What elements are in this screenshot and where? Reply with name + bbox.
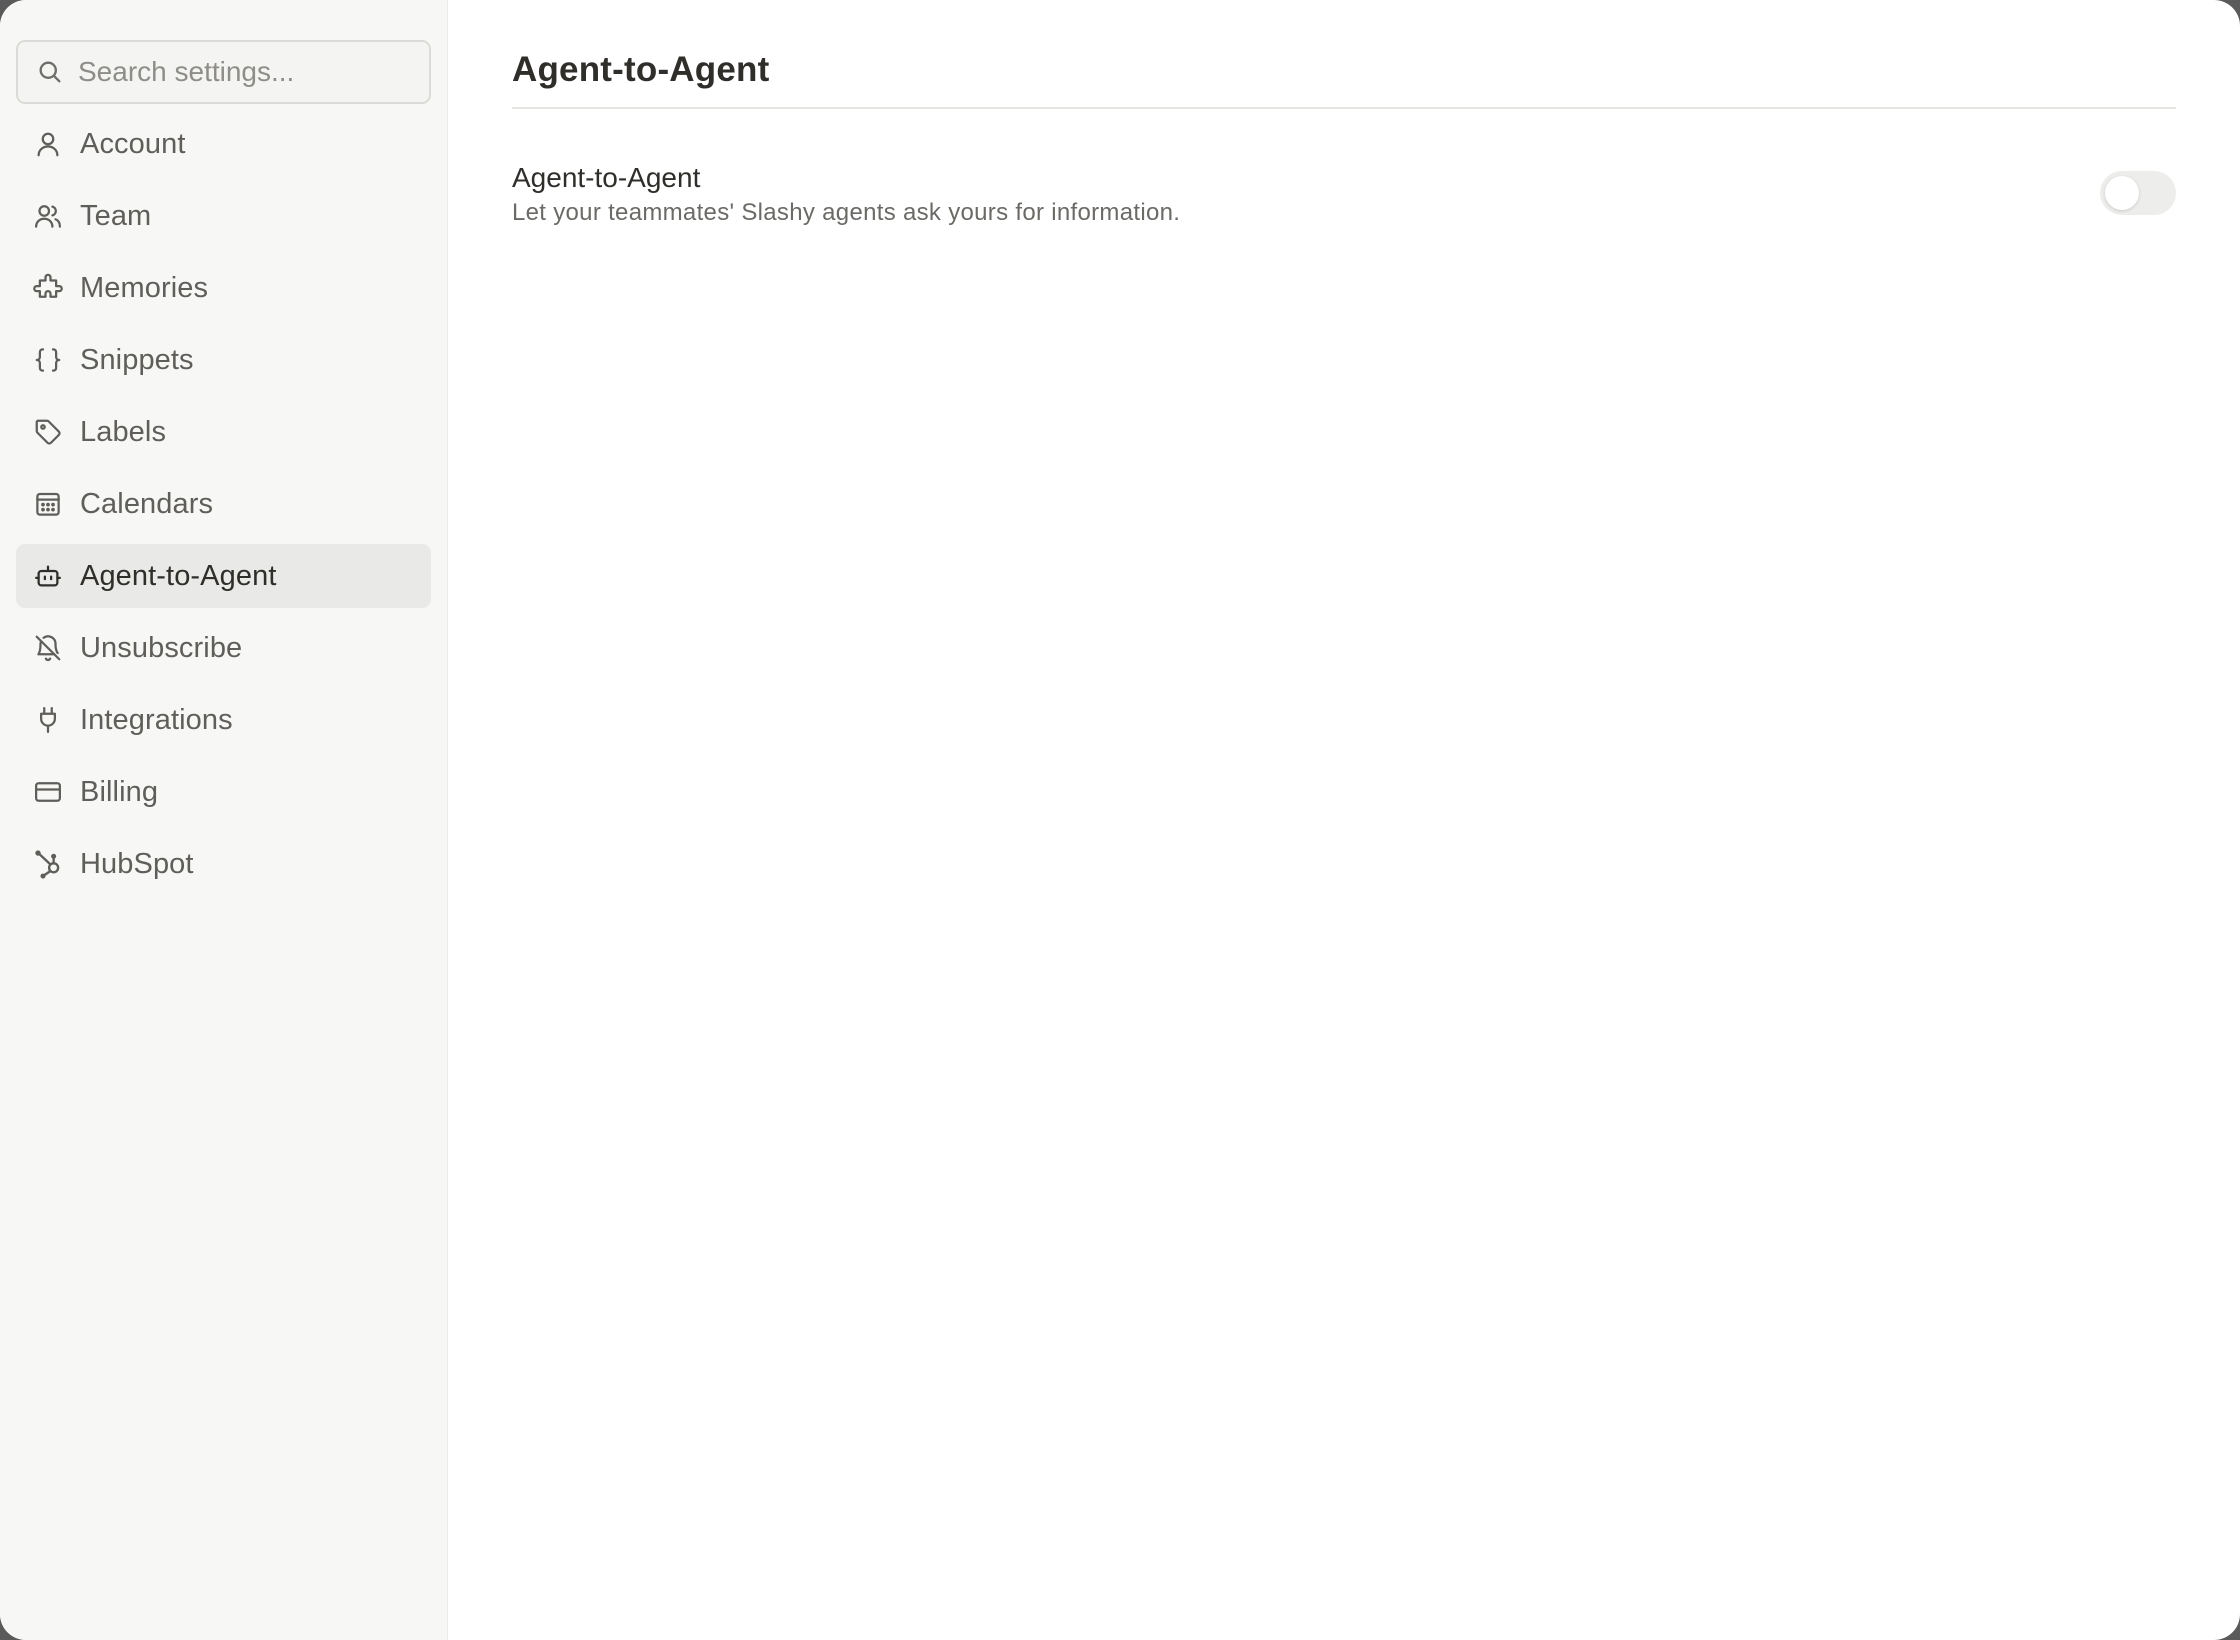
sidebar-item-label: Integrations	[80, 703, 233, 736]
search-box[interactable]	[16, 40, 431, 104]
bot-icon	[32, 560, 64, 592]
settings-sidebar: Account Team Memories	[0, 0, 448, 1640]
user-icon	[32, 128, 64, 160]
sidebar-item-agent-to-agent[interactable]: Agent-to-Agent	[16, 544, 431, 608]
sidebar-item-label: Memories	[80, 271, 209, 304]
agent-to-agent-toggle[interactable]	[2100, 171, 2176, 215]
toggle-knob	[2105, 176, 2139, 210]
hubspot-icon	[32, 848, 64, 880]
credit-card-icon	[32, 776, 64, 808]
users-icon	[32, 200, 64, 232]
title-divider	[512, 107, 2176, 109]
sidebar-item-label: Snippets	[80, 343, 194, 376]
sidebar-item-memories[interactable]: Memories	[16, 256, 431, 320]
settings-window: Account Team Memories	[0, 0, 2240, 1640]
search-input[interactable]	[78, 56, 378, 88]
setting-title: Agent-to-Agent	[512, 162, 701, 193]
sidebar-item-hubspot[interactable]: HubSpot	[16, 832, 431, 896]
setting-row-agent-to-agent: Agent-to-Agent Let your teammates' Slash…	[512, 161, 2176, 231]
tag-icon	[32, 416, 64, 448]
sidebar-item-calendars[interactable]: Calendars	[16, 472, 431, 536]
calendar-icon	[32, 488, 64, 520]
puzzle-icon	[32, 272, 64, 304]
sidebar-item-label: Account	[80, 127, 186, 160]
settings-content: Agent-to-Agent Agent-to-Agent Let your t…	[448, 0, 2240, 1640]
sidebar-item-label: Labels	[80, 415, 167, 448]
sidebar-item-billing[interactable]: Billing	[16, 760, 431, 824]
sidebar-item-label: Calendars	[80, 487, 214, 520]
plug-icon	[32, 704, 64, 736]
sidebar-item-label: Billing	[80, 775, 159, 808]
sidebar-item-integrations[interactable]: Integrations	[16, 688, 431, 752]
sidebar-item-label: Agent-to-Agent	[80, 559, 277, 592]
page-title: Agent-to-Agent	[512, 50, 770, 89]
sidebar-item-label: Team	[80, 199, 152, 232]
setting-description: Let your teammates' Slashy agents ask yo…	[512, 199, 1181, 226]
braces-icon	[32, 344, 64, 376]
bell-off-icon	[32, 632, 64, 664]
sidebar-item-snippets[interactable]: Snippets	[16, 328, 431, 392]
sidebar-item-labels[interactable]: Labels	[16, 400, 431, 464]
sidebar-item-unsubscribe[interactable]: Unsubscribe	[16, 616, 431, 680]
search-icon	[36, 58, 64, 86]
sidebar-item-label: HubSpot	[80, 847, 194, 880]
sidebar-item-account[interactable]: Account	[16, 112, 431, 176]
sidebar-item-label: Unsubscribe	[80, 631, 243, 664]
sidebar-item-team[interactable]: Team	[16, 184, 431, 248]
